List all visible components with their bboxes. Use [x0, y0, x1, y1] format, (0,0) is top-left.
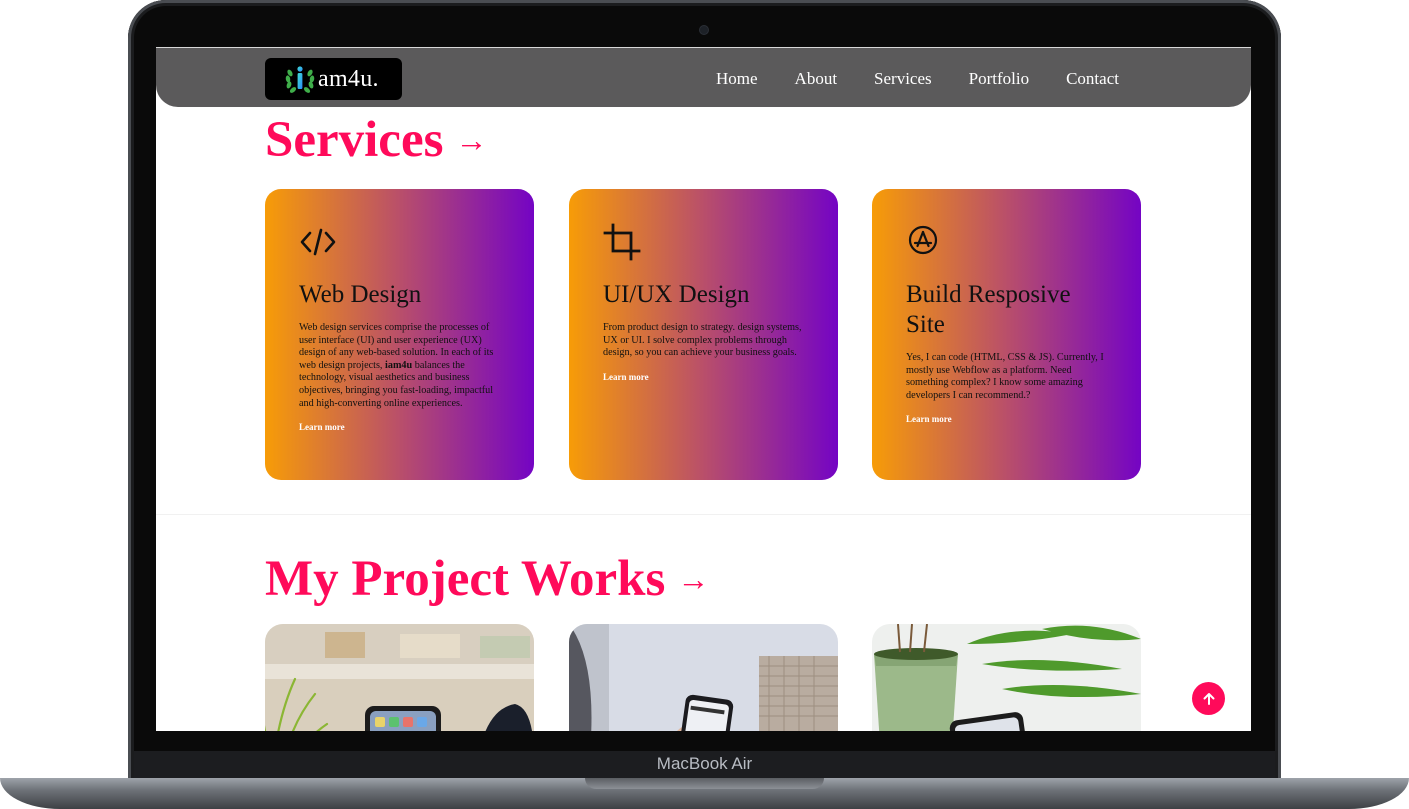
learn-more-link[interactable]: Learn more	[906, 414, 952, 424]
arrow-right-icon: →	[677, 560, 710, 597]
browser-viewport: am4u. Home About Services Portfolio Cont…	[156, 47, 1251, 731]
service-card-uiux-design: UI/UX Design From product design to stra…	[569, 189, 838, 480]
site-logo[interactable]: am4u.	[265, 58, 402, 100]
projects-heading: My Project Works →	[265, 550, 709, 608]
card-title: Build Resposive Site	[906, 281, 1071, 338]
brand-mention: iam4u	[385, 359, 413, 371]
laptop-notch	[585, 778, 824, 789]
project-thumbnail-2[interactable]	[569, 624, 838, 731]
services-title: Services	[265, 112, 444, 168]
card-title: UI/UX Design	[603, 281, 750, 308]
projects-title: My Project Works	[265, 551, 666, 607]
card-description: Web design services comprise the process…	[299, 322, 500, 410]
phone-on-desk-photo	[265, 624, 534, 731]
card-description: From product design to strategy. design …	[603, 322, 802, 359]
nav-contact[interactable]: Contact	[1066, 69, 1119, 89]
logo-text: am4u.	[318, 65, 379, 92]
plant-and-phone-photo	[872, 624, 1141, 731]
card-title: Web Design	[299, 281, 422, 308]
project-thumbnail-3[interactable]	[872, 624, 1141, 731]
nav-portfolio[interactable]: Portfolio	[969, 69, 1029, 89]
service-card-web-design: Web Design Web design services comprise …	[265, 189, 534, 480]
webcam	[700, 26, 708, 34]
card-description: Yes, I can code (HTML, CSS & JS). Curren…	[906, 352, 1104, 401]
nav-home[interactable]: Home	[716, 69, 758, 89]
project-thumbnail-1[interactable]	[265, 624, 534, 731]
nav-menu: Home About Services Portfolio Contact	[716, 69, 1156, 89]
arrow-right-icon: →	[455, 121, 488, 158]
crop-icon	[603, 223, 641, 261]
service-card-responsive-site: Build Resposive Site Yes, I can code (HT…	[872, 189, 1141, 480]
arrow-up-icon	[1203, 692, 1214, 705]
nav-about[interactable]: About	[795, 69, 838, 89]
app-store-icon	[908, 225, 938, 255]
laurel-logo-icon	[285, 66, 315, 93]
learn-more-link[interactable]: Learn more	[603, 372, 649, 382]
code-icon	[300, 228, 336, 256]
nav-services[interactable]: Services	[874, 69, 932, 89]
learn-more-link[interactable]: Learn more	[299, 422, 345, 432]
hand-holding-phone-photo	[569, 624, 838, 731]
navbar: am4u. Home About Services Portfolio Cont…	[156, 47, 1251, 107]
scroll-to-top-button[interactable]	[1192, 682, 1225, 715]
device-label: MacBook Air	[656, 754, 753, 773]
section-divider	[156, 514, 1251, 515]
services-heading: Services →	[265, 111, 487, 169]
